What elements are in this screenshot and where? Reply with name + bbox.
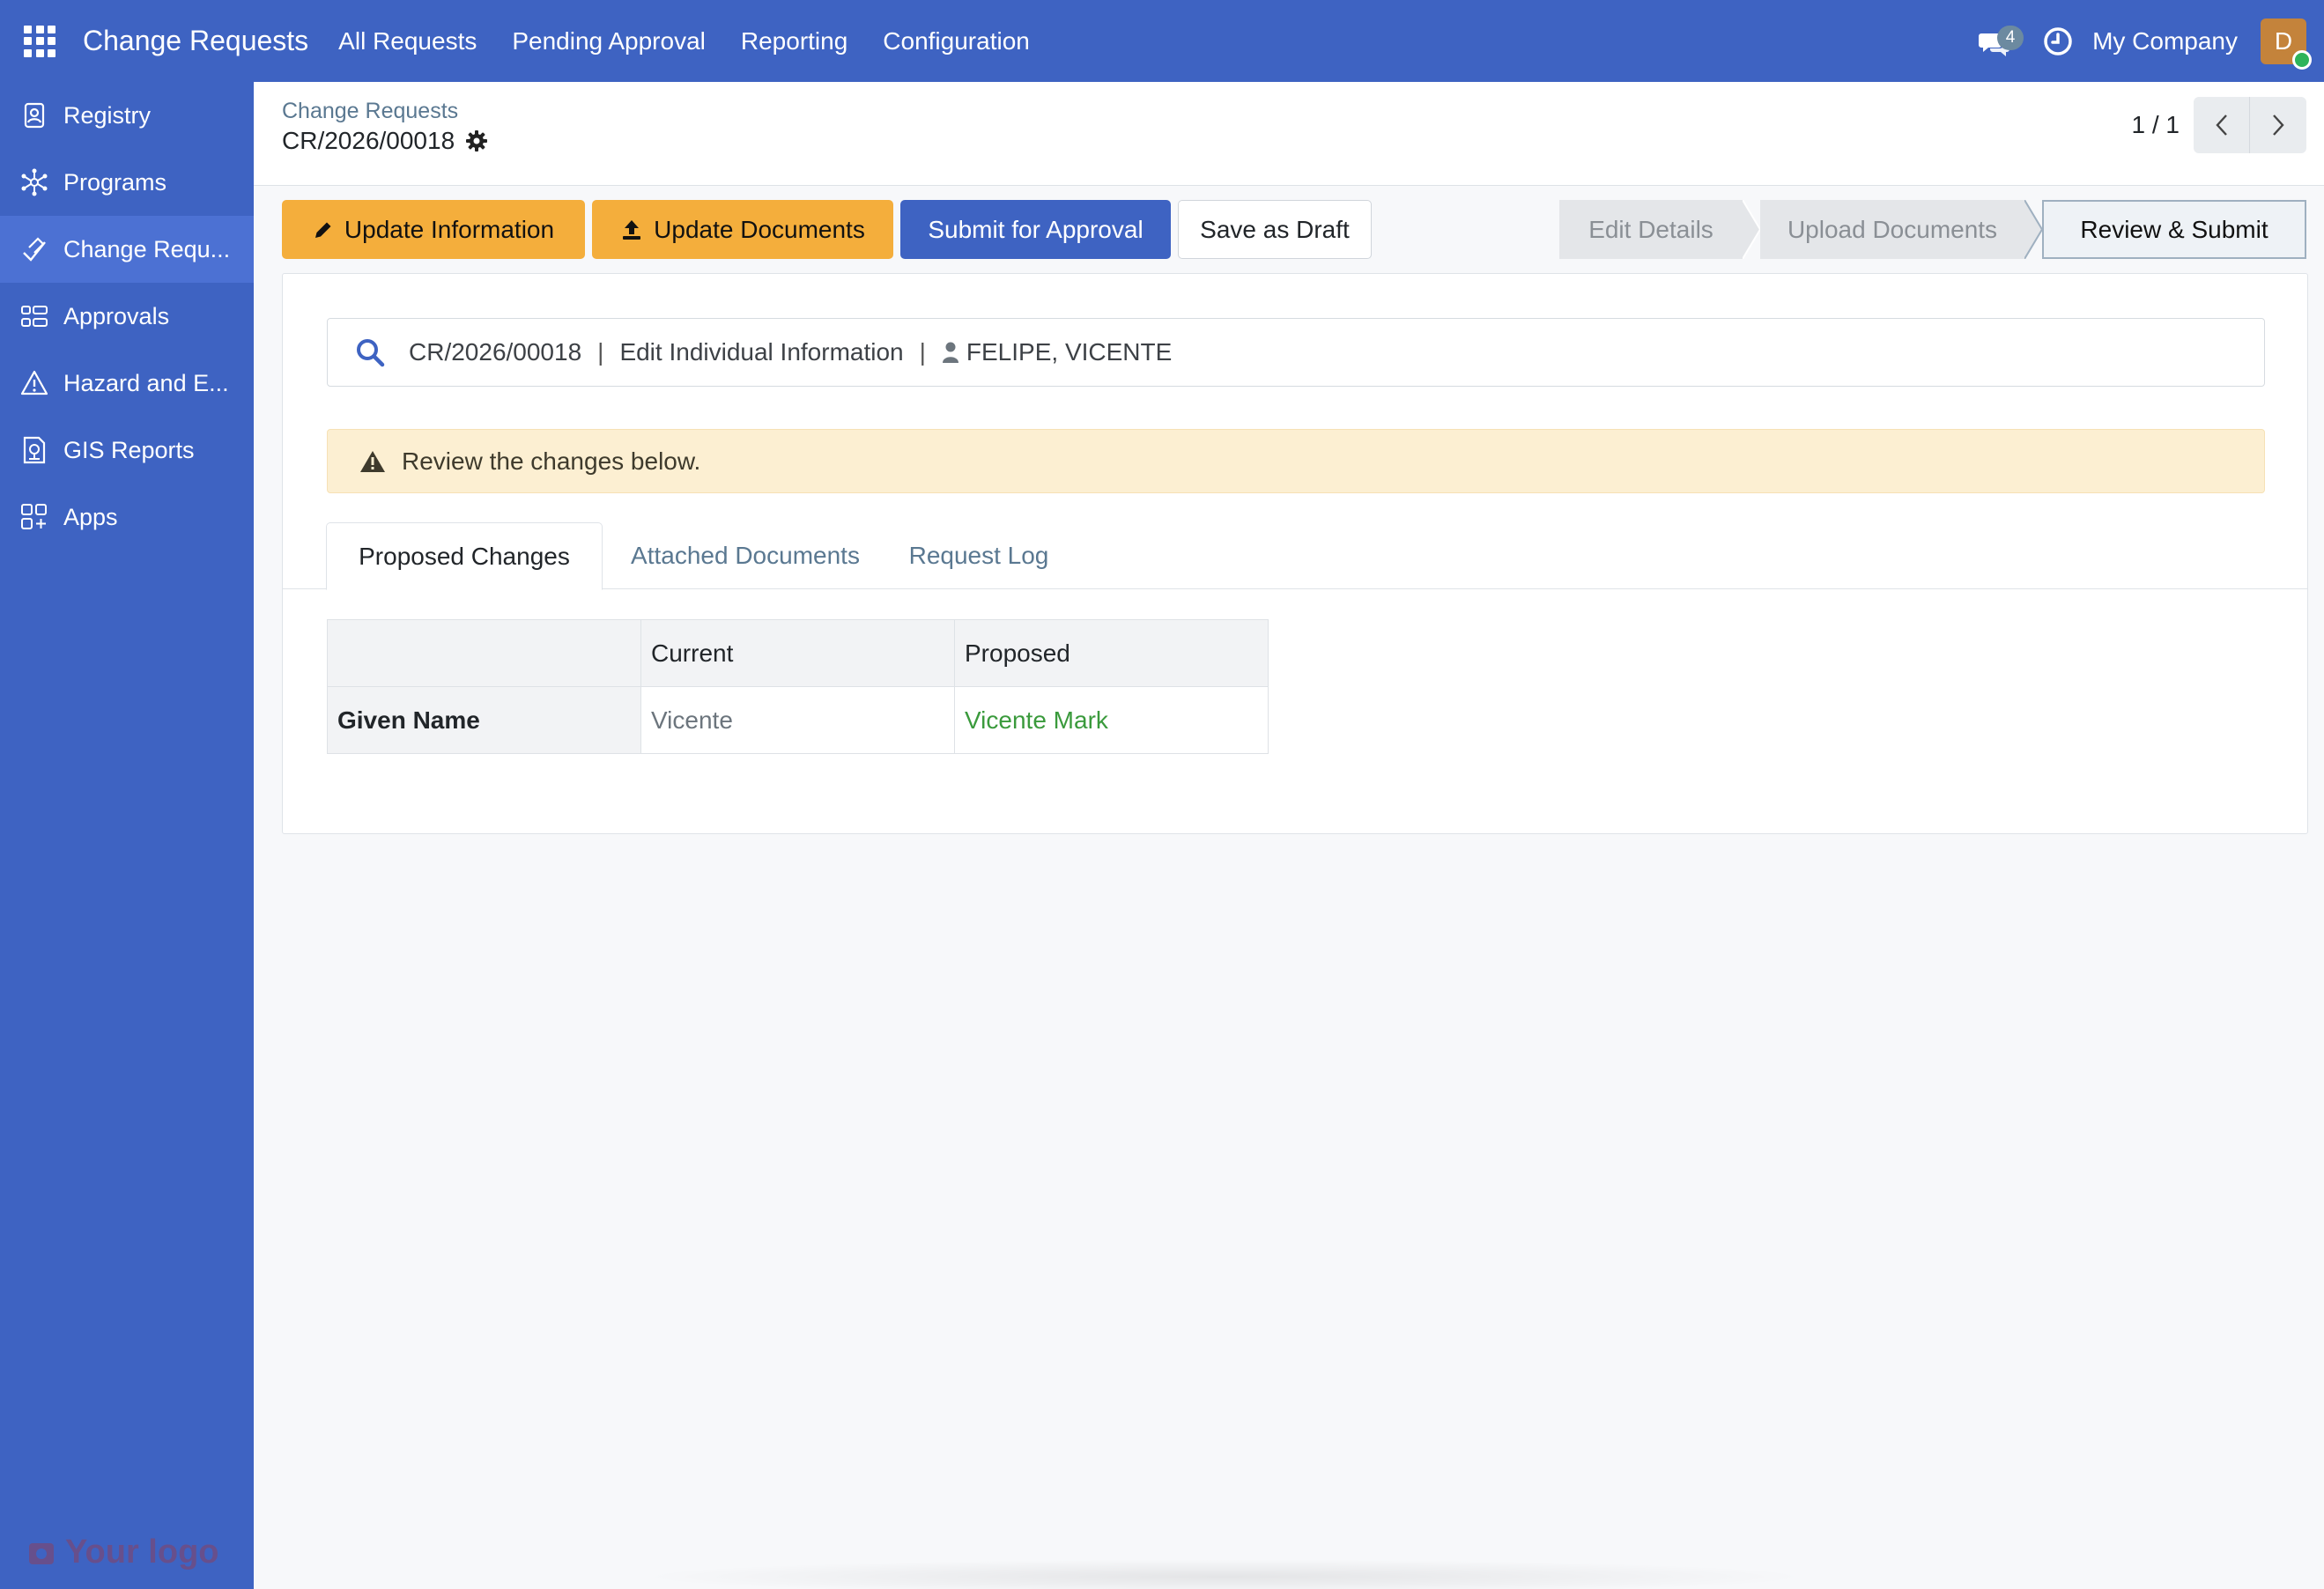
activity-clock-icon[interactable] [2043,26,2073,56]
form-sheet: CR/2026/00018 | Edit Individual Informat… [282,273,2308,834]
search-icon [354,336,386,368]
stage-arrow-divider [2024,200,2044,259]
pencil-icon [313,219,334,240]
proposed-changes-table: Current Proposed Given Name Vicente Vice… [327,619,1269,754]
summary-individual: FELIPE, VICENTE [966,338,1173,366]
app-title[interactable]: Change Requests [83,25,308,57]
control-panel: Change Requests CR/2026/00018 1 / 1 [254,82,2324,186]
breadcrumb-parent-link[interactable]: Change Requests [282,99,458,124]
update-documents-button[interactable]: Update Documents [592,200,893,259]
proposed-value-cell: Vicente Mark [954,686,1269,754]
sidebar-item-label: Approvals [63,302,170,329]
messages-button[interactable]: 4 [1971,15,2024,68]
submit-for-approval-button[interactable]: Submit for Approval [900,200,1171,259]
sidebar-item-label: Change Requ... [63,235,231,262]
sidebar-item-label: Registry [63,101,152,129]
summary-reference: CR/2026/00018 [409,338,582,366]
chevron-left-icon [2215,115,2227,136]
current-value-cell: Vicente [640,686,955,754]
change-requests-icon [19,234,49,264]
warning-icon [359,449,386,474]
apps-menu-icon[interactable] [24,25,56,57]
programs-icon [19,167,49,197]
summary-request-type: Edit Individual Information [619,338,904,366]
stage-label: Upload Documents [1787,215,1998,243]
hazard-icon [19,368,49,398]
stage-arrow-divider [1743,200,1762,259]
messages-count-badge: 4 [1997,25,2024,50]
menu-pending-approval[interactable]: Pending Approval [494,27,723,55]
alert-text: Review the changes below. [402,447,701,475]
field-name-cell: Given Name [327,686,641,754]
sidebar: Registry Programs Change Requ... Approva… [0,82,254,1589]
sidebar-item-label: Programs [63,168,167,196]
chevron-right-icon [2273,115,2284,136]
sidebar-item-label: Hazard and E... [63,369,229,396]
sidebar-item-change-requests[interactable]: Change Requ... [0,216,254,283]
tab-proposed-changes[interactable]: Proposed Changes [326,522,603,590]
sidebar-item-hazard[interactable]: Hazard and E... [0,350,254,417]
update-information-button[interactable]: Update Information [282,200,585,259]
table-row: Given Name Vicente Vicente Mark [327,686,1269,754]
stage-edit-details[interactable]: Edit Details [1559,200,1743,259]
summary-separator: | [597,338,604,366]
sidebar-item-programs[interactable]: Programs [0,149,254,216]
sidebar-item-registry[interactable]: Registry [0,82,254,149]
stage-label: Edit Details [1588,215,1713,243]
stage-review-submit[interactable]: Review & Submit [2042,200,2306,259]
menu-configuration[interactable]: Configuration [865,27,1047,55]
sidebar-item-approvals[interactable]: Approvals [0,283,254,350]
column-header-field [327,619,641,687]
gear-icon[interactable] [465,129,488,152]
stage-upload-documents[interactable]: Upload Documents [1760,200,2024,259]
navbar-systray: 4 My Company D [1971,0,2324,82]
apps-icon [19,502,49,532]
request-summary: CR/2026/00018 | Edit Individual Informat… [327,318,2265,387]
sidebar-item-apps[interactable]: Apps [0,484,254,551]
summary-separator: | [919,338,926,366]
pager-previous-button[interactable] [2194,97,2250,153]
online-status-dot [2292,49,2312,70]
status-bar: Edit Details Upload Documents Review & S… [1559,200,2306,259]
menu-reporting[interactable]: Reporting [723,27,865,55]
update-information-label: Update Information [344,215,555,243]
sidebar-item-label: Apps [63,503,118,530]
breadcrumb-current: CR/2026/00018 [282,127,488,155]
pager: 1 / 1 [2132,97,2306,153]
update-documents-label: Update Documents [654,215,865,243]
person-icon [942,341,959,364]
top-menu: All Requests Pending Approval Reporting … [321,27,1047,55]
sidebar-item-gis-reports[interactable]: GIS Reports [0,417,254,484]
user-avatar[interactable]: D [2261,18,2312,70]
pager-value[interactable]: 1 / 1 [2132,111,2180,139]
registry-icon [19,100,49,130]
avatar-initial: D [2274,26,2293,55]
upload-icon [620,218,643,241]
review-alert: Review the changes below. [327,429,2265,493]
pager-next-button[interactable] [2250,97,2306,153]
tab-attached-documents[interactable]: Attached Documents [611,522,880,589]
approvals-icon [19,301,49,331]
stage-label: Review & Submit [2080,215,2268,243]
tab-request-log[interactable]: Request Log [890,522,1068,589]
logo-icon [29,1542,54,1564]
menu-all-requests[interactable]: All Requests [321,27,494,55]
notebook-tabs: Proposed Changes Attached Documents Requ… [283,522,2307,590]
bottom-shadow [634,1559,1815,1589]
record-name: CR/2026/00018 [282,127,455,154]
gis-reports-icon [19,435,49,465]
sidebar-item-label: GIS Reports [63,436,195,463]
top-navbar: Change Requests All Requests Pending App… [0,0,2324,82]
company-logo: Your logo [26,1534,219,1571]
save-as-draft-button[interactable]: Save as Draft [1178,200,1372,259]
table-header-row: Current Proposed [327,619,1269,687]
column-header-current: Current [640,619,955,687]
logo-text: Your logo [65,1534,219,1571]
column-header-proposed: Proposed [954,619,1269,687]
company-switcher[interactable]: My Company [2092,27,2238,55]
